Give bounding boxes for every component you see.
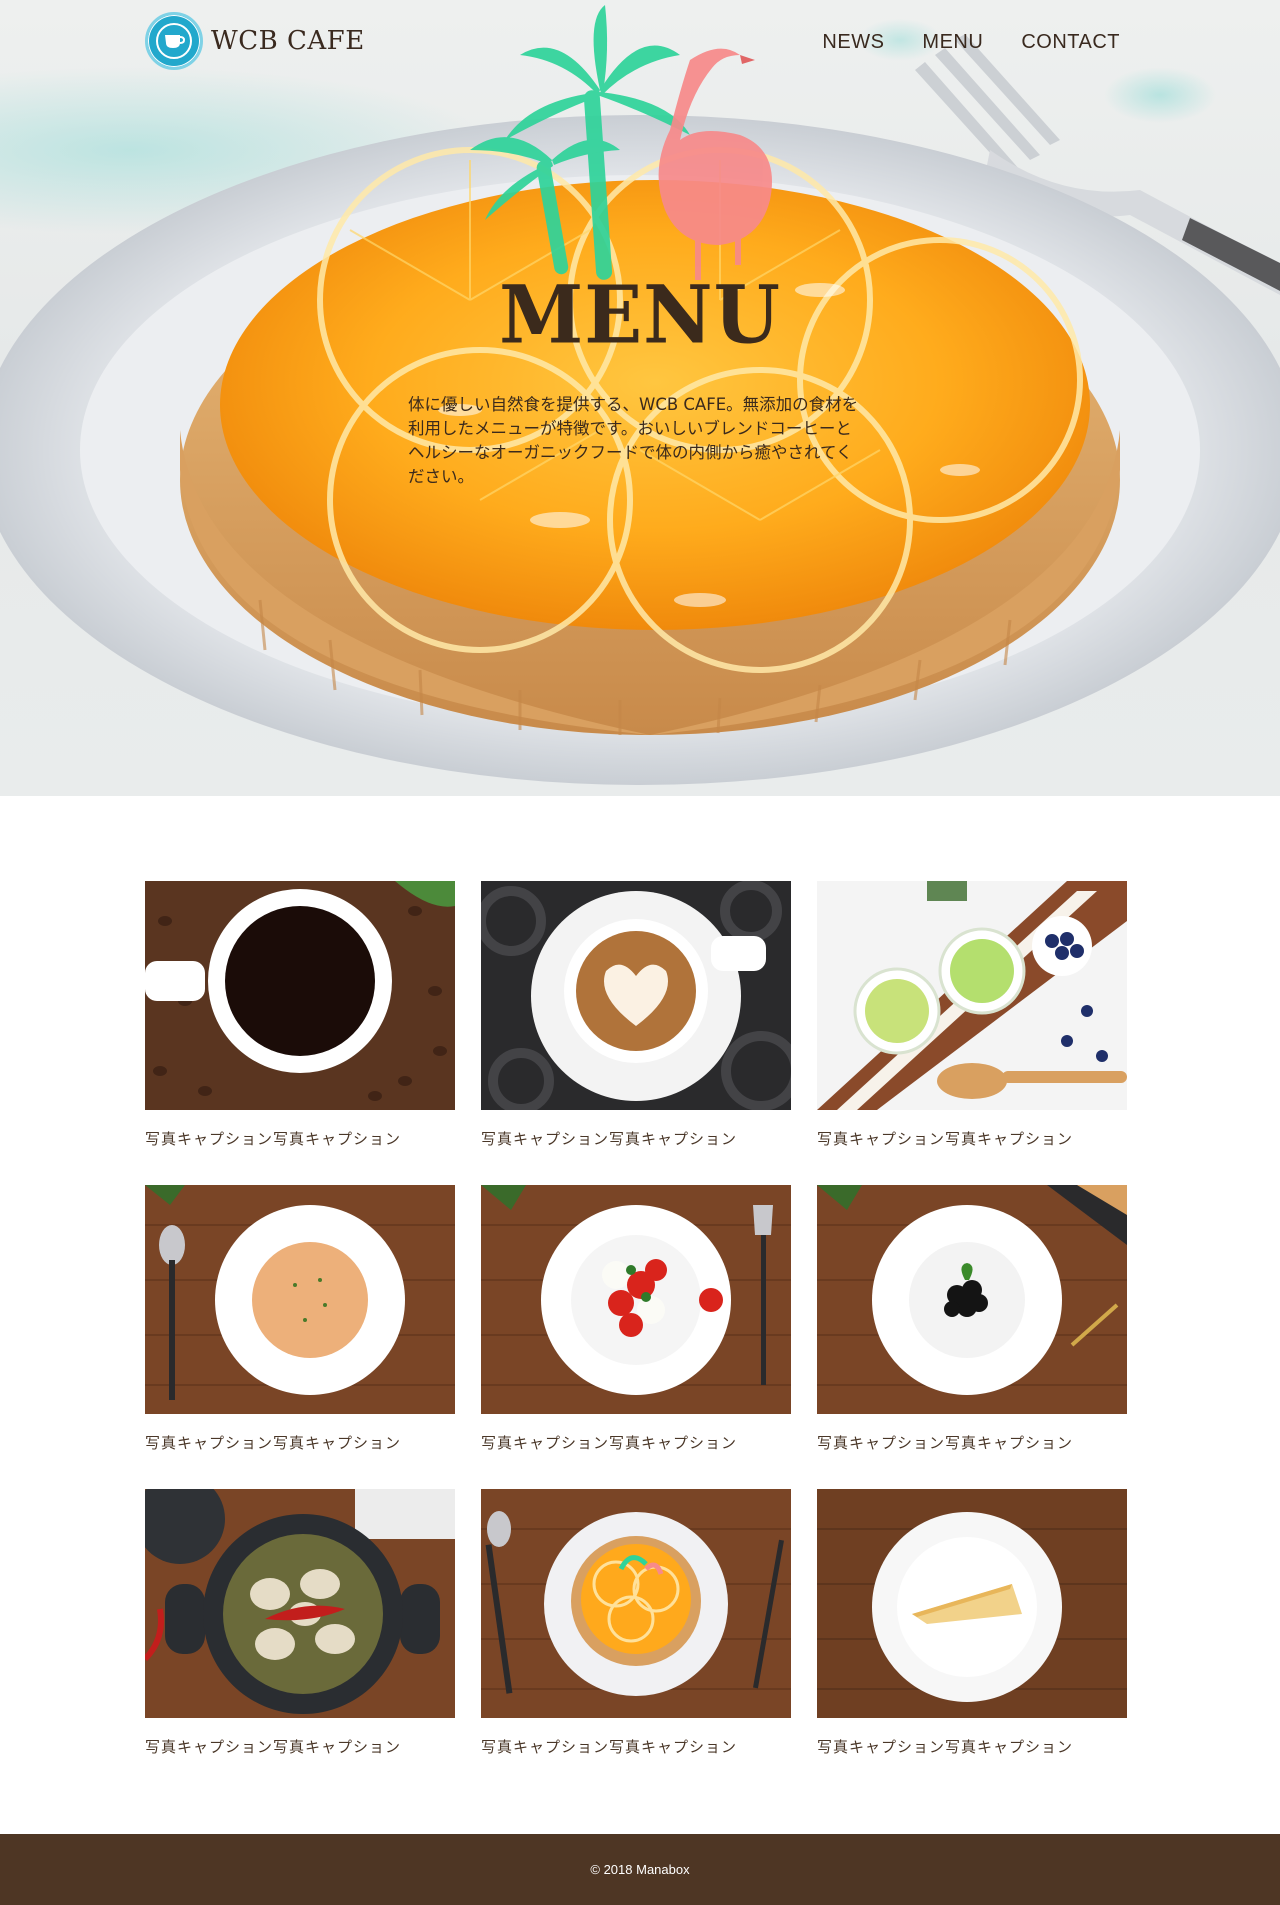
black-coffee-photo	[145, 881, 455, 1110]
hero-section: WCB CAFE NEWS MENU CONTACT MENU 体に優しい自然食…	[0, 0, 1280, 796]
gallery-item[interactable]: 写真キャプション写真キャプション	[481, 1489, 791, 1757]
photo-caption: 写真キャプション写真キャプション	[817, 1434, 1074, 1452]
photo-caption: 写真キャプション写真キャプション	[145, 1738, 402, 1756]
photo-caption: 写真キャプション写真キャプション	[481, 1130, 738, 1148]
hero-description: 体に優しい自然食を提供する、WCB CAFE。無添加の食材を利用したメニューが特…	[408, 395, 859, 486]
nav-contact-link[interactable]: CONTACT	[1021, 31, 1120, 54]
ajillo-pot-photo	[145, 1489, 455, 1718]
site-footer: © 2018 Manabox	[0, 1834, 1280, 1905]
jelly-dessert-photo	[817, 881, 1127, 1110]
nav-news-link[interactable]: NEWS	[822, 31, 884, 54]
main-nav: NEWS MENU CONTACT	[784, 31, 1120, 54]
site-header: WCB CAFE NEWS MENU CONTACT	[145, 12, 1120, 76]
page-title: MENU	[499, 267, 781, 362]
nav-menu-link[interactable]: MENU	[922, 31, 983, 54]
orange-tart-photo	[481, 1489, 791, 1718]
squid-ink-pasta-photo	[817, 1185, 1127, 1414]
gallery-item[interactable]: 写真キャプション写真キャプション	[817, 881, 1127, 1149]
site-logo[interactable]: WCB CAFE	[145, 12, 365, 70]
brand-name: WCB CAFE	[211, 26, 365, 56]
gallery-item[interactable]: 写真キャプション写真キャプション	[481, 1185, 791, 1453]
photo-caption: 写真キャプション写真キャプション	[145, 1434, 402, 1452]
gallery-item[interactable]: 写真キャプション写真キャプション	[145, 1185, 455, 1453]
photo-caption: 写真キャプション写真キャプション	[817, 1738, 1074, 1756]
caprese-photo	[481, 1185, 791, 1414]
copyright-text: © 2018 Manabox	[590, 1862, 690, 1877]
gallery-item[interactable]: 写真キャプション写真キャプション	[817, 1489, 1127, 1757]
photo-caption: 写真キャプション写真キャプション	[145, 1130, 402, 1148]
soup-photo	[145, 1185, 455, 1414]
gallery-item[interactable]: 写真キャプション写真キャプション	[145, 881, 455, 1149]
photo-caption: 写真キャプション写真キャプション	[481, 1434, 738, 1452]
gallery-item[interactable]: 写真キャプション写真キャプション	[481, 881, 791, 1149]
cafe-badge-icon	[145, 12, 203, 70]
photo-caption: 写真キャプション写真キャプション	[481, 1738, 738, 1756]
gallery-item[interactable]: 写真キャプション写真キャプション	[145, 1489, 455, 1757]
gallery-item[interactable]: 写真キャプション写真キャプション	[817, 1185, 1127, 1453]
cheesecake-photo	[817, 1489, 1127, 1718]
photo-caption: 写真キャプション写真キャプション	[817, 1130, 1074, 1148]
latte-art-photo	[481, 881, 791, 1110]
